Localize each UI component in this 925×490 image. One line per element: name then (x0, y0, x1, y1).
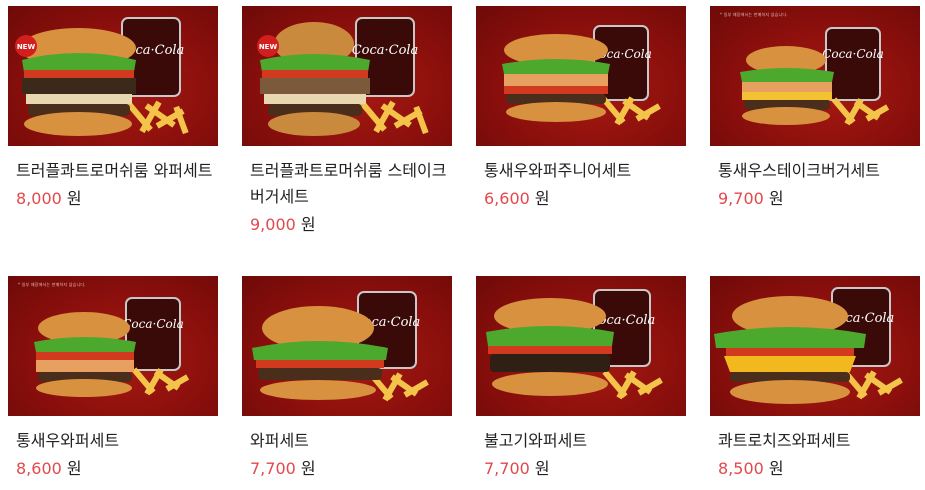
product-price: 7,700 원 (476, 457, 688, 481)
whopper-set-image[interactable]: Coca·Cola (242, 276, 452, 416)
product-name[interactable]: 콰트로치즈와퍼세트 (710, 428, 918, 454)
product-card[interactable]: Coca·Cola 통새우와퍼주니어세트 6,600 원 (476, 6, 688, 211)
price-value: 7,700 (250, 459, 296, 478)
product-card[interactable]: * 일부 매장에서는 판매하지 않습니다. Coca·Cola 통새우스테이크버… (710, 6, 922, 211)
price-value: 7,700 (484, 459, 530, 478)
product-name[interactable]: 통새우와퍼세트 (8, 428, 216, 454)
price-value: 9,000 (250, 215, 296, 234)
product-price: 8,500 원 (710, 457, 922, 481)
product-price: 8,600 원 (8, 457, 220, 481)
price-value: 8,500 (718, 459, 764, 478)
currency-label: 원 (534, 189, 550, 208)
currency-label: 원 (300, 215, 316, 234)
currency-label: 원 (768, 189, 784, 208)
product-price: 9,700 원 (710, 187, 922, 211)
svg-text:Coca·Cola: Coca·Cola (822, 47, 884, 61)
svg-text:NEW: NEW (259, 43, 278, 51)
product-card[interactable]: Coca·Cola 콰트로치즈와퍼세트 8,500 원 (710, 276, 922, 481)
product-name[interactable]: 와퍼세트 (242, 428, 450, 454)
shrimp-whopper-set-image[interactable]: * 일부 매장에서는 판매하지 않습니다. Coca·Cola (8, 276, 218, 416)
svg-text:Coca·Cola: Coca·Cola (352, 43, 419, 58)
currency-label: 원 (534, 459, 550, 478)
shrimp-steak-burger-set-image[interactable]: * 일부 매장에서는 판매하지 않습니다. Coca·Cola (710, 6, 920, 146)
product-card[interactable]: Coca·Cola NEW 트러플콰트로머쉬룸 스테이크버거세트 9,000 원 (242, 6, 454, 237)
product-name[interactable]: 불고기와퍼세트 (476, 428, 684, 454)
product-card[interactable]: Coca·Cola 와퍼세트 7,700 원 (242, 276, 454, 481)
product-card[interactable]: Coca·Cola 불고기와퍼세트 7,700 원 (476, 276, 688, 481)
product-price: 6,600 원 (476, 187, 688, 211)
product-name[interactable]: 통새우와퍼주니어세트 (476, 158, 684, 184)
price-value: 6,600 (484, 189, 530, 208)
svg-text:NEW: NEW (17, 43, 36, 51)
currency-label: 원 (66, 189, 82, 208)
bulgogi-whopper-set-image[interactable]: Coca·Cola (476, 276, 686, 416)
product-card[interactable]: * 일부 매장에서는 판매하지 않습니다. Coca·Cola 통새우와퍼세트 (8, 276, 220, 481)
currency-label: 원 (300, 459, 316, 478)
shrimp-whopper-jr-set-image[interactable]: Coca·Cola (476, 6, 686, 146)
truffle-steak-burger-set-image[interactable]: Coca·Cola NEW (242, 6, 452, 146)
quattro-cheese-whopper-set-image[interactable]: Coca·Cola (710, 276, 920, 416)
price-value: 9,700 (718, 189, 764, 208)
product-name[interactable]: 트러플콰트로머쉬룸 스테이크버거세트 (242, 158, 450, 210)
product-price: 7,700 원 (242, 457, 454, 481)
currency-label: 원 (768, 459, 784, 478)
product-price: 9,000 원 (242, 213, 454, 237)
product-grid: Coca·Cola NEW 트러플콰트로머쉬룸 와퍼세트 8,000 원 Coc… (0, 0, 925, 490)
product-name[interactable]: 통새우스테이크버거세트 (710, 158, 918, 184)
product-name[interactable]: 트러플콰트로머쉬룸 와퍼세트 (8, 158, 216, 184)
product-card[interactable]: Coca·Cola NEW 트러플콰트로머쉬룸 와퍼세트 8,000 원 (8, 6, 220, 211)
price-value: 8,600 (16, 459, 62, 478)
price-value: 8,000 (16, 189, 62, 208)
svg-text:Coca·Cola: Coca·Cola (122, 317, 184, 331)
availability-notice: * 일부 매장에서는 판매하지 않습니다. (720, 12, 788, 17)
product-price: 8,000 원 (8, 187, 220, 211)
availability-notice: * 일부 매장에서는 판매하지 않습니다. (18, 282, 86, 287)
truffle-burger-set-image[interactable]: Coca·Cola NEW (8, 6, 218, 146)
currency-label: 원 (66, 459, 82, 478)
